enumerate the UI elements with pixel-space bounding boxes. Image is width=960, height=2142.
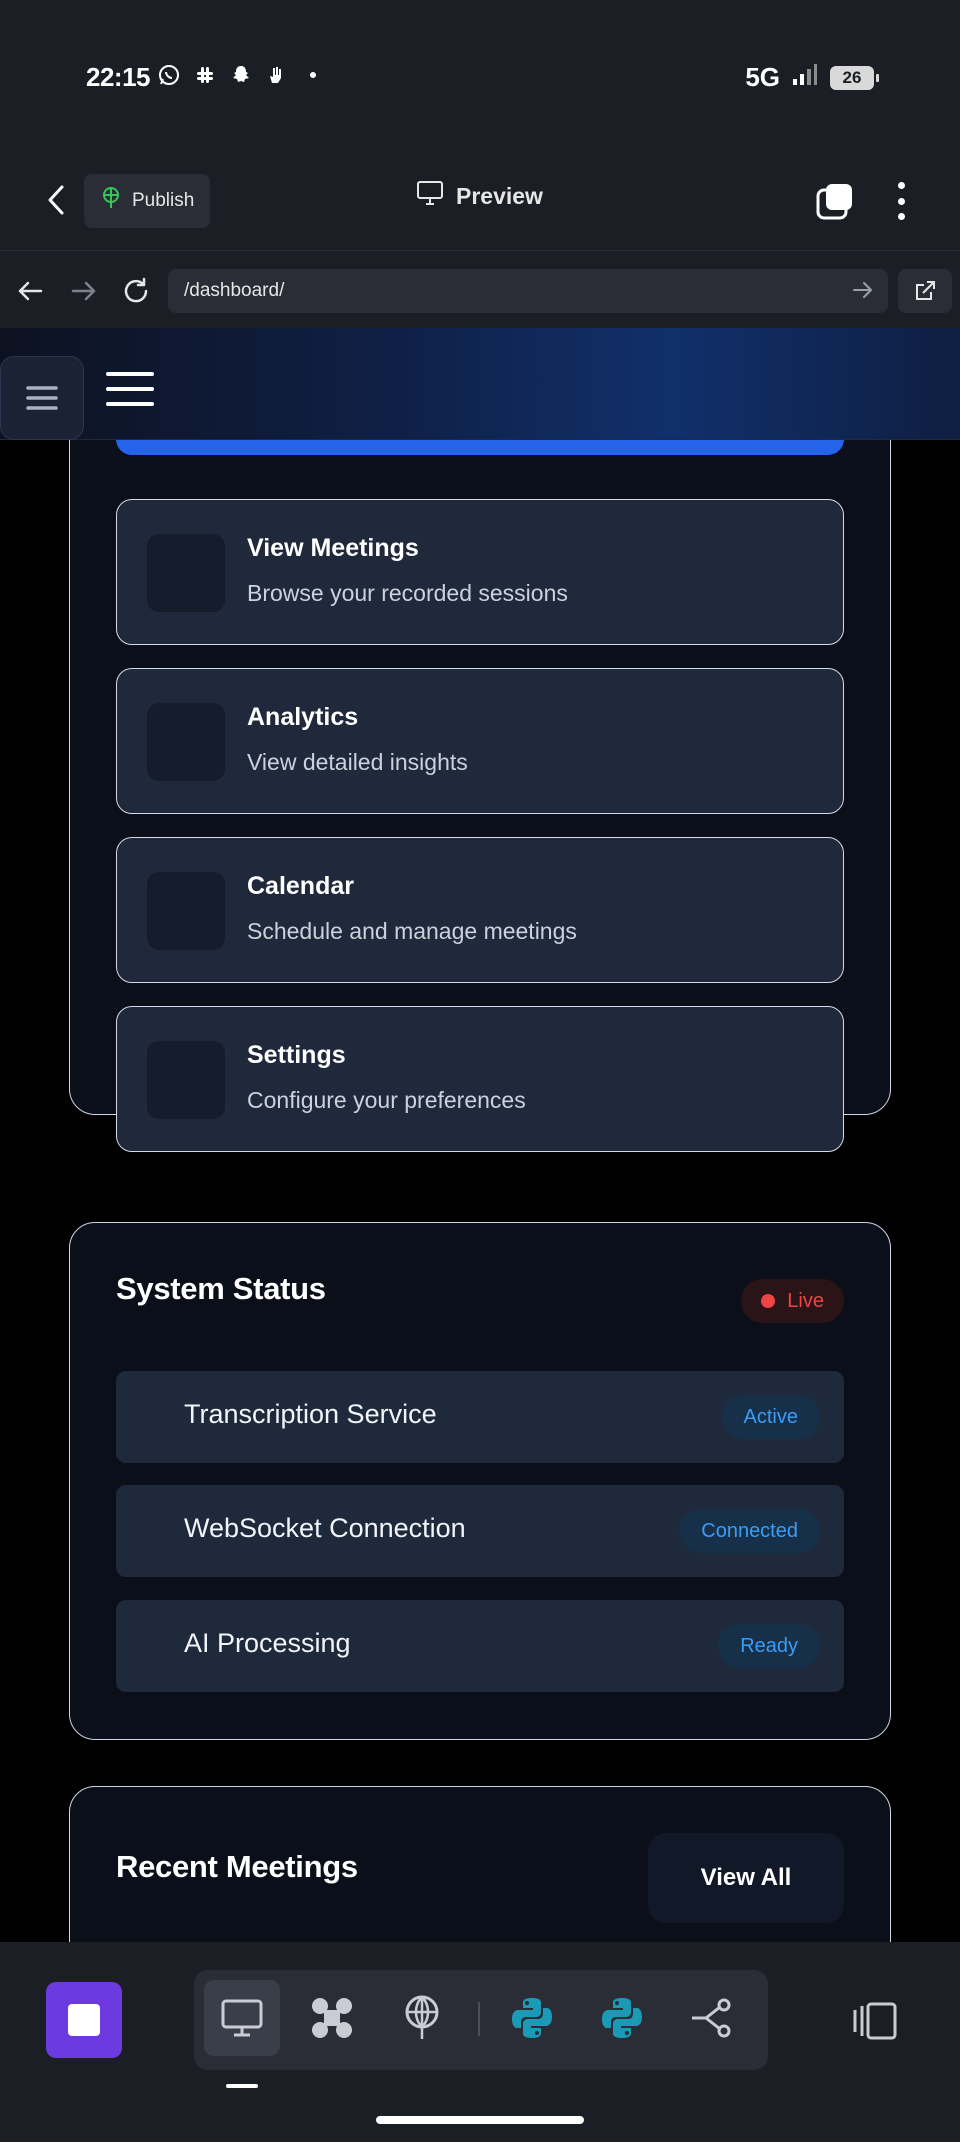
service-name: WebSocket Connection: [184, 1513, 466, 1543]
open-external-button[interactable]: [898, 269, 952, 313]
status-right: 5G 26: [745, 62, 879, 93]
panel-layout-icon: [853, 2002, 897, 2040]
menu-bar: [106, 402, 154, 406]
hand-icon: [264, 62, 290, 88]
video-icon: [147, 534, 225, 612]
preview-label: Preview: [456, 182, 543, 209]
publish-icon: [100, 186, 122, 216]
chart-icon: [147, 703, 225, 781]
whatsapp-icon: [156, 62, 182, 88]
action-subtitle: Browse your recorded sessions: [247, 580, 568, 606]
reload-icon: [124, 277, 148, 303]
status-badge: Active: [721, 1395, 820, 1439]
action-title: View Meetings: [247, 534, 419, 562]
action-title: Analytics: [247, 703, 359, 731]
view-all-button[interactable]: View All: [648, 1833, 844, 1923]
battery-icon: 26: [830, 65, 879, 90]
stop-icon: [68, 2004, 100, 2036]
action-card-view-meetings[interactable]: View Meetings Browse your recorded sessi…: [116, 499, 844, 645]
notification-icons: [156, 62, 326, 88]
app-header: Publish Preview: [0, 150, 960, 250]
network-label: 5G: [745, 62, 780, 92]
publish-icon[interactable]: [384, 1980, 460, 2056]
action-subtitle: Schedule and manage meetings: [247, 918, 577, 944]
arrow-right-icon: [71, 281, 96, 301]
dashboard-content: View Meetings Browse your recorded sessi…: [0, 440, 960, 1942]
recent-meetings-panel: Recent Meetings View All: [69, 1786, 891, 1942]
section-title: Recent Meetings: [116, 1849, 358, 1884]
desktop-icon[interactable]: [204, 1980, 280, 2056]
chevron-left-icon: [48, 185, 64, 215]
arrow-left-icon: [18, 281, 43, 301]
status-badge: Connected: [679, 1509, 820, 1553]
bottom-dock: [0, 1942, 960, 2142]
tabs-button[interactable]: [814, 180, 856, 222]
active-tab-indicator: [226, 2084, 258, 2088]
service-row: Transcription Service Active: [116, 1371, 844, 1463]
signal-icon: [792, 63, 818, 92]
home-indicator[interactable]: [376, 2116, 584, 2124]
external-link-icon: [916, 281, 935, 300]
share-graph-icon[interactable]: [674, 1980, 750, 2056]
publish-label: Publish: [132, 190, 195, 211]
preview-toggle[interactable]: Preview: [416, 180, 543, 212]
back-button[interactable]: [38, 182, 74, 218]
snapchat-icon: [228, 62, 254, 88]
menu-bar: [106, 387, 154, 391]
sidebar-toggle-button[interactable]: [0, 356, 84, 440]
slack-icon: [192, 62, 218, 88]
url-text: /dashboard/: [184, 280, 285, 301]
reload-button[interactable]: [120, 275, 152, 307]
python-icon[interactable]: [494, 1980, 570, 2056]
service-name: Transcription Service: [184, 1399, 437, 1429]
action-card-settings[interactable]: Settings Configure your preferences: [116, 1006, 844, 1152]
phone-status-bar: 22:15 5G 26: [0, 0, 960, 150]
monitor-icon: [416, 180, 444, 212]
more-options-button[interactable]: [886, 178, 916, 224]
section-title: System Status: [116, 1271, 326, 1306]
service-row: WebSocket Connection Connected: [116, 1485, 844, 1577]
dot-icon: [897, 197, 905, 205]
layout-toggle-button[interactable]: [850, 1996, 900, 2046]
dot-icon: [300, 62, 326, 88]
browser-url-bar: /dashboard/: [0, 250, 960, 328]
action-title: Calendar: [247, 872, 354, 900]
dot-icon: [897, 213, 905, 220]
status-time: 22:15: [86, 62, 151, 92]
hamburger-menu-button[interactable]: [106, 372, 154, 406]
tabs-icon: [816, 184, 852, 220]
gear-icon: [147, 1041, 225, 1119]
live-badge: Live: [741, 1279, 844, 1323]
live-dot-icon: [761, 1294, 776, 1308]
service-row: AI Processing Ready: [116, 1600, 844, 1692]
action-subtitle: View detailed insights: [247, 749, 468, 775]
url-input[interactable]: /dashboard/: [168, 269, 888, 313]
calendar-icon: [147, 872, 225, 950]
apps-grid-icon[interactable]: [294, 1980, 370, 2056]
nav-back-button[interactable]: [14, 275, 46, 307]
live-label: Live: [787, 1289, 824, 1312]
dock-tray: [194, 1970, 768, 2070]
primary-action-button[interactable]: [116, 440, 844, 455]
menu-bar: [106, 372, 154, 376]
url-go-icon[interactable]: [852, 279, 874, 307]
action-card-analytics[interactable]: Analytics View detailed insights: [116, 668, 844, 814]
publish-button[interactable]: Publish: [84, 174, 211, 228]
system-status-panel: System Status Live Transcription Service…: [69, 1222, 891, 1740]
quick-actions-panel: View Meetings Browse your recorded sessi…: [69, 440, 891, 1152]
menu-icon: [26, 386, 58, 410]
action-subtitle: Configure your preferences: [247, 1087, 526, 1113]
dot-icon: [897, 182, 905, 189]
service-name: AI Processing: [184, 1628, 351, 1658]
action-card-calendar[interactable]: Calendar Schedule and manage meetings: [116, 837, 844, 983]
action-title: Settings: [247, 1041, 346, 1069]
dock-divider: [478, 2002, 480, 2036]
nav-forward-button[interactable]: [68, 275, 100, 307]
stop-button[interactable]: [46, 1982, 122, 2058]
python-icon[interactable]: [584, 1980, 660, 2056]
status-badge: Ready: [718, 1624, 820, 1668]
site-navbar: [0, 328, 960, 440]
